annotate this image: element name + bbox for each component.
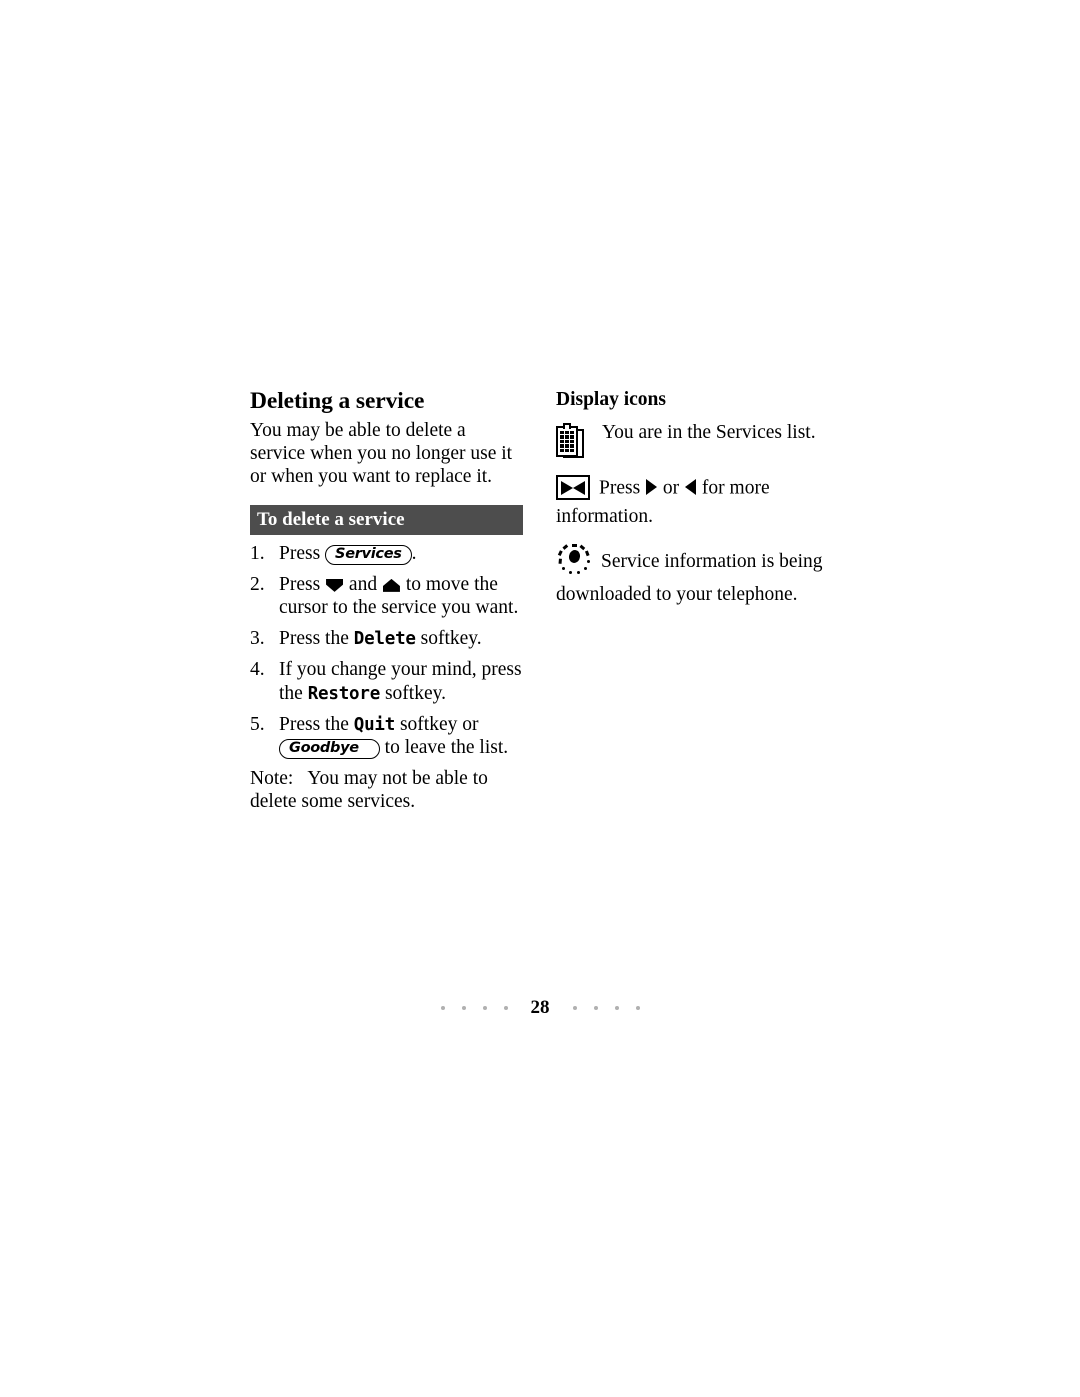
step-text-end: .	[411, 542, 417, 564]
footer-dot	[440, 1005, 445, 1010]
page-number: 28	[530, 997, 550, 1018]
intro-paragraph: You may be able to delete a service when…	[250, 420, 513, 488]
left-right-arrows-icon	[556, 475, 590, 500]
step-item-5: 5. Press the Quit softkey or Goodbye to l…	[250, 713, 524, 760]
footer-dot	[572, 1005, 577, 1010]
display-icon-entry-services-list: You are in the Services list.	[556, 421, 840, 461]
step-text-and: and	[344, 573, 382, 595]
step-text-end: to leave the list.	[379, 737, 509, 759]
icon-slot	[556, 475, 590, 505]
left-triangle-icon	[573, 480, 585, 495]
step-text: Press the	[279, 628, 354, 650]
step-text-end: softkey.	[380, 682, 446, 704]
procedure-header-bar: To delete a service	[250, 504, 523, 535]
quit-softkey-label: Quit	[353, 714, 396, 735]
page-footer: 28	[0, 998, 1080, 1017]
step-item-1: 1. Press Services.	[250, 542, 524, 565]
step-item-2: 2. Press and to move the cursor to the se…	[250, 573, 524, 619]
document-page: Deleting a service You may be able to de…	[0, 0, 1080, 1397]
down-navkey-icon	[326, 578, 344, 592]
pages-icon-dot-grid	[560, 431, 574, 452]
services-list-pages-icon	[556, 423, 586, 461]
step-item-3: 3. Press the Delete softkey.	[250, 627, 524, 650]
display-icons-heading: Display icons	[556, 389, 666, 410]
busy-download-cursor-icon	[556, 544, 592, 578]
step-text: Press the	[279, 713, 354, 735]
icon-slot	[556, 421, 602, 461]
footer-dot	[614, 1005, 619, 1010]
display-icon-entry-more-info: Press or for more information.	[556, 475, 840, 528]
footer-dot	[503, 1005, 508, 1010]
delete-softkey-label: Delete	[353, 629, 416, 650]
services-hardkey-button[interactable]: Services	[325, 544, 412, 565]
note-paragraph: Note: You may not be able to delete some …	[250, 767, 524, 813]
step-text-end: softkey.	[415, 628, 482, 650]
right-arrow-inline-icon	[646, 478, 658, 495]
step-number: 5.	[250, 713, 265, 735]
footer-dot	[482, 1005, 487, 1010]
display-icon-description-mid: or	[658, 477, 685, 499]
display-icon-description-before: Press	[599, 477, 646, 499]
icon-slot	[556, 544, 592, 583]
cursor-arrow-shape	[567, 549, 582, 565]
footer-dot	[593, 1005, 598, 1010]
note-label: Note:	[250, 768, 294, 790]
restore-softkey-label: Restore	[307, 683, 381, 704]
step-number: 1.	[250, 542, 265, 564]
goodbye-hardkey-button[interactable]: Goodbye	[279, 739, 380, 760]
step-number: 3.	[250, 628, 265, 650]
pages-icon-tab	[563, 423, 571, 429]
footer-dot	[635, 1005, 640, 1010]
footer-dot	[461, 1005, 466, 1010]
right-column: Display icons You are in the Services li…	[556, 388, 840, 622]
display-icon-entry-downloading: Service information is being downloaded …	[556, 544, 840, 606]
step-text: Press	[279, 573, 326, 595]
procedure-header-label: To delete a service	[257, 508, 405, 530]
step-text-mid: softkey or	[395, 713, 479, 735]
page-title: Deleting a service	[250, 388, 425, 414]
step-number: 4.	[250, 659, 265, 681]
right-triangle-icon	[561, 480, 573, 495]
step-number: 2.	[250, 573, 265, 595]
step-text: Press	[279, 542, 326, 564]
two-column-body: Deleting a service You may be able to de…	[250, 388, 840, 814]
step-item-4: 4. If you change your mind, press the Res…	[250, 658, 524, 704]
display-icon-description: You are in the Services list.	[602, 422, 816, 443]
left-arrow-inline-icon	[685, 478, 697, 495]
display-icon-description: Service information is being downloaded …	[556, 551, 823, 606]
procedure-step-list: 1. Press Services. 2. Press and to move th…	[250, 542, 524, 760]
left-column: Deleting a service You may be able to de…	[250, 388, 524, 814]
up-navkey-icon	[382, 578, 400, 592]
